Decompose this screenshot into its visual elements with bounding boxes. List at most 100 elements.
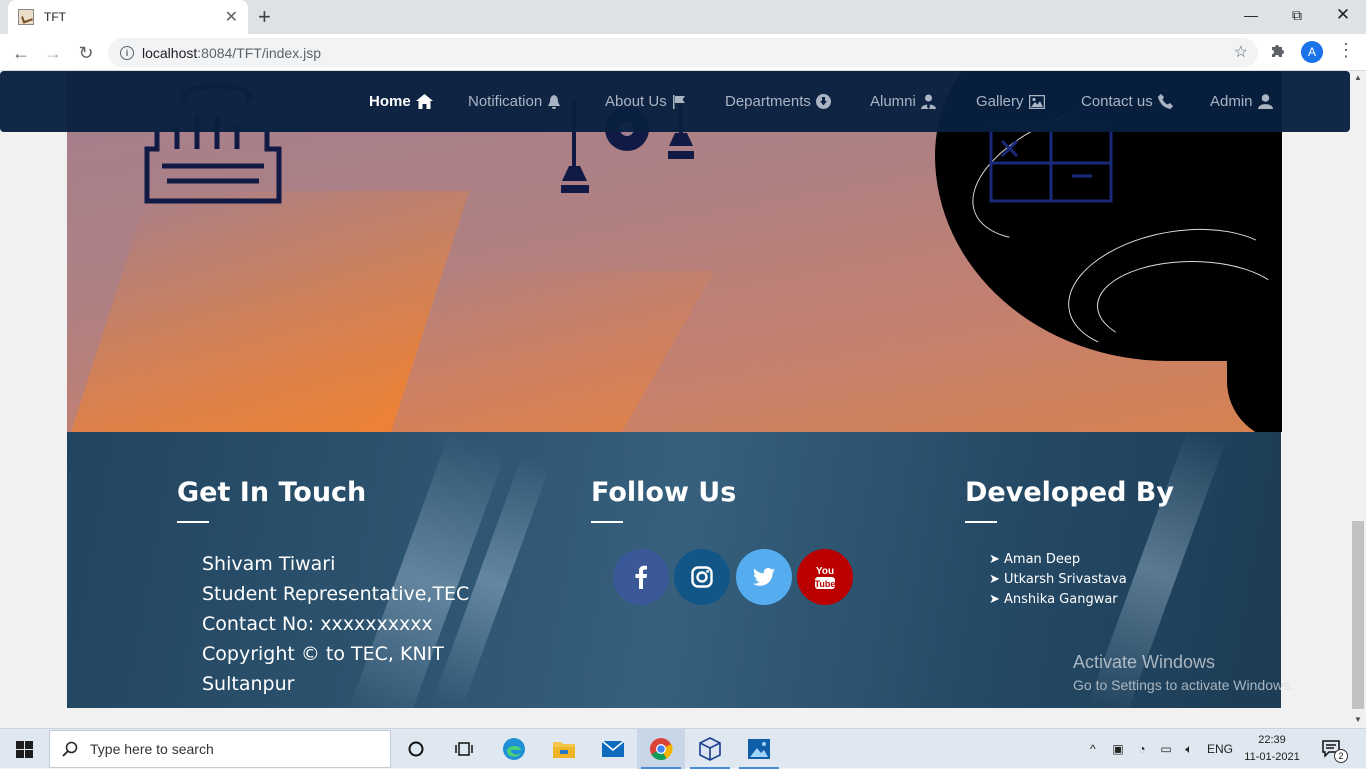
forward-button[interactable]: → xyxy=(40,40,66,66)
heading-underline xyxy=(177,521,209,523)
bell-icon xyxy=(548,94,561,109)
heading-underline xyxy=(965,521,997,523)
contact-role: Student Representative,TEC xyxy=(202,583,470,605)
cube-icon xyxy=(699,737,721,761)
home-icon xyxy=(415,94,433,109)
instagram-icon xyxy=(691,566,713,588)
browser-tab[interactable]: TFT ✕ xyxy=(8,0,248,34)
nav-notification[interactable]: Notification xyxy=(468,93,561,110)
new-tab-button[interactable]: + xyxy=(258,4,271,30)
wifi-icon[interactable]: ◔ xyxy=(1130,742,1154,756)
phone-icon xyxy=(1157,94,1173,109)
contact-name: Shivam Tiwari xyxy=(202,553,336,575)
back-button[interactable]: ← xyxy=(8,40,34,66)
developed-by-heading: Developed By xyxy=(965,477,1174,508)
start-button[interactable] xyxy=(0,729,48,769)
task-view-button[interactable] xyxy=(440,729,488,769)
language-indicator[interactable]: ENG xyxy=(1200,742,1240,756)
arrow-circle-down-icon xyxy=(815,94,831,109)
follow-us-heading: Follow Us xyxy=(591,477,737,508)
clock-date: 11-01-2021 xyxy=(1244,751,1300,763)
nav-home[interactable]: Home xyxy=(369,93,433,110)
extensions-puzzle-icon[interactable] xyxy=(1270,42,1286,63)
url-text: localhost:8084/TFT/index.jsp xyxy=(142,44,321,61)
address-bar[interactable]: i localhost:8084/TFT/index.jsp ☆ xyxy=(108,38,1258,67)
twitter-icon xyxy=(753,568,775,586)
tab-strip: TFT ✕ + — ⧉ ✕ xyxy=(0,0,1366,34)
developer-name: ➤ Utkarsh Srivastava xyxy=(989,572,1127,587)
copyright-location: Sultanpur xyxy=(202,673,295,695)
taskbar-clock[interactable]: 22:39 11-01-2021 xyxy=(1242,732,1302,766)
taskbar-mail[interactable] xyxy=(589,729,637,769)
page-viewport: Home Notification About Us Departments A… xyxy=(0,71,1350,726)
show-hidden-icons-icon[interactable]: ^ xyxy=(1090,742,1106,756)
chrome-icon xyxy=(650,738,673,760)
action-center-button[interactable]: 2 xyxy=(1312,729,1352,769)
developer-name: ➤ Aman Deep xyxy=(989,552,1081,567)
flag-icon xyxy=(672,94,685,109)
svg-text:Tube: Tube xyxy=(815,579,836,589)
cortana-button[interactable] xyxy=(392,729,440,769)
taskbar-edge[interactable] xyxy=(490,729,538,769)
windows-logo-icon xyxy=(15,740,33,758)
site-favicon-icon xyxy=(18,9,34,25)
restore-button[interactable]: ⧉ xyxy=(1274,0,1320,30)
taskbar-virtualbox[interactable] xyxy=(686,729,734,769)
browser-toolbar: ← → ↻ i localhost:8084/TFT/index.jsp ☆ xyxy=(0,34,1366,71)
folder-icon xyxy=(553,742,575,758)
tab-title: TFT xyxy=(44,10,66,24)
reload-button[interactable]: ↻ xyxy=(73,40,99,66)
youtube-icon: You Tube xyxy=(815,566,836,589)
nav-gallery[interactable]: Gallery xyxy=(976,93,1045,110)
cortana-circle-icon xyxy=(408,741,424,757)
system-tray: ^ ▣ ◔ ▭ 🔈︎ ENG xyxy=(1090,729,1240,769)
heading-underline xyxy=(591,521,623,523)
bookmark-star-icon[interactable]: ☆ xyxy=(1234,42,1248,62)
battery-icon[interactable]: ▭ xyxy=(1154,742,1178,756)
photos-icon xyxy=(748,739,770,759)
nav-alumni[interactable]: Alumni xyxy=(870,93,936,110)
site-navbar: Home Notification About Us Departments A… xyxy=(0,71,1350,132)
twitter-button[interactable] xyxy=(736,549,792,605)
taskbar-search-input[interactable]: Type here to search xyxy=(49,730,391,768)
taskbar-file-explorer[interactable] xyxy=(540,729,588,769)
taskbar-chrome[interactable] xyxy=(637,729,685,769)
developer-name: ➤ Anshika Gangwar xyxy=(989,592,1118,607)
contact-number: Contact No: xxxxxxxxxx xyxy=(202,613,433,635)
youtube-button[interactable]: You Tube xyxy=(797,549,853,605)
scroll-down-arrow-icon[interactable]: ▼ xyxy=(1354,715,1362,724)
instagram-button[interactable] xyxy=(674,549,730,605)
meet-now-icon[interactable]: ▣ xyxy=(1106,742,1130,756)
volume-icon[interactable]: 🔈︎ xyxy=(1178,742,1200,757)
search-icon xyxy=(62,741,78,757)
page-scrollbar[interactable]: ▲ ▼ xyxy=(1350,71,1366,726)
nav-contact-us[interactable]: Contact us xyxy=(1081,93,1173,110)
profile-avatar[interactable]: A xyxy=(1301,41,1323,63)
scroll-up-arrow-icon[interactable]: ▲ xyxy=(1354,73,1362,82)
close-window-button[interactable]: ✕ xyxy=(1320,0,1366,30)
svg-text:You: You xyxy=(816,566,834,577)
facebook-button[interactable] xyxy=(613,549,669,605)
notification-count-badge: 2 xyxy=(1334,749,1348,763)
user-icon xyxy=(1257,94,1273,109)
minimize-button[interactable]: — xyxy=(1228,0,1274,30)
get-in-touch-heading: Get In Touch xyxy=(177,477,367,508)
clock-time: 22:39 xyxy=(1258,734,1286,746)
search-placeholder: Type here to search xyxy=(90,741,214,757)
scrollbar-thumb[interactable] xyxy=(1352,521,1364,709)
windows-taskbar: Type here to search ^ ▣ ◔ ▭ 🔈︎ ENG 22:39… xyxy=(0,728,1366,769)
nav-about-us[interactable]: About Us xyxy=(605,93,686,110)
copyright-text: Copyright © to TEC, KNIT xyxy=(202,643,444,665)
site-info-icon[interactable]: i xyxy=(120,45,134,60)
activate-windows-subtitle: Go to Settings to activate Windows. xyxy=(1073,677,1294,693)
facebook-icon xyxy=(635,565,647,589)
mail-icon xyxy=(601,740,625,757)
nav-departments[interactable]: Departments xyxy=(725,93,831,110)
browser-menu-icon[interactable]: ⋮ xyxy=(1337,40,1355,61)
nav-admin[interactable]: Admin xyxy=(1210,93,1273,110)
close-tab-icon[interactable]: ✕ xyxy=(225,7,238,27)
user-tie-icon xyxy=(920,94,936,109)
task-view-icon xyxy=(455,742,473,756)
activate-windows-title: Activate Windows xyxy=(1073,652,1216,672)
taskbar-photos[interactable] xyxy=(735,729,783,769)
